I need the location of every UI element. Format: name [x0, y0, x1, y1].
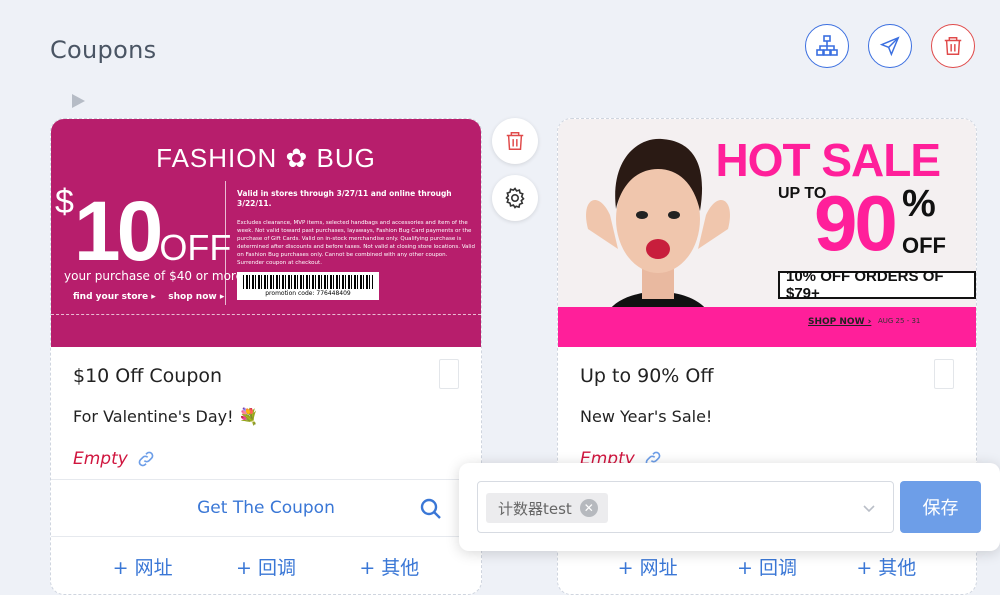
coupon-card[interactable]: FASHION ✿ BUG $10OFF your purchase of $4…: [50, 118, 482, 595]
card-settings-button[interactable]: [492, 175, 538, 221]
card-checkbox[interactable]: [439, 359, 459, 389]
search-icon[interactable]: [419, 497, 443, 521]
selected-tag: 计数器test ✕: [486, 493, 608, 523]
add-callback-button[interactable]: + 回调: [737, 553, 797, 580]
coupon-dollar: $: [55, 183, 74, 221]
get-coupon-button[interactable]: Get The Coupon: [197, 498, 335, 518]
percent-sign: %: [902, 183, 936, 225]
orders-banner: 10% OFF ORDERS OF $79+: [778, 268, 976, 302]
delete-all-button[interactable]: [931, 24, 975, 68]
add-other-button[interactable]: + 其他: [359, 553, 419, 580]
empty-label: Empty: [73, 449, 128, 469]
card-subtitle: New Year's Sale!: [580, 407, 713, 426]
close-icon[interactable]: ✕: [579, 499, 598, 517]
delete-card-button[interactable]: [492, 118, 538, 164]
add-url-button[interactable]: + 网址: [113, 553, 173, 580]
trash-icon: [506, 132, 524, 150]
card-subtitle: For Valentine's Day! 💐: [73, 407, 259, 426]
page-title: Coupons: [50, 36, 157, 64]
coupon-off: OFF: [159, 227, 232, 268]
discount-amount: 90: [814, 179, 898, 267]
sitemap-icon: [816, 35, 838, 56]
collapse-toggle-icon[interactable]: [72, 94, 85, 108]
send-icon: [879, 36, 900, 57]
coupon-condition: your purchase of $40 or more: [64, 269, 243, 283]
link-icon[interactable]: [136, 449, 156, 469]
find-store-text: find your store ▸: [73, 292, 156, 302]
shop-now-text: SHOP NOW ›: [808, 317, 872, 327]
coupon-fine-print: Excludes clearance, MVP items, selected …: [237, 220, 475, 266]
add-other-button[interactable]: + 其他: [856, 553, 916, 580]
coupon-amount: 10: [73, 184, 163, 278]
card-title: $10 Off Coupon: [73, 365, 223, 387]
off-text: OFF: [902, 233, 946, 258]
add-callback-button[interactable]: + 回调: [236, 553, 296, 580]
coupon-image: HOT SALE UP TO 90 % OFF 10% OFF ORDERS O…: [558, 119, 976, 347]
trash-icon: [944, 37, 962, 55]
card-title: Up to 90% Off: [580, 365, 714, 387]
promo-code: promotion code: 776448409: [265, 290, 351, 297]
structure-button[interactable]: [805, 24, 849, 68]
coupon-valid: Valid in stores through 3/27/11 and onli…: [237, 189, 452, 208]
coupon-brand: FASHION ✿ BUG: [156, 143, 376, 173]
sale-dates: AUG 25 - 31: [878, 317, 921, 325]
chevron-down-icon[interactable]: [861, 500, 877, 516]
card-checkbox[interactable]: [934, 359, 954, 389]
gear-icon: [505, 187, 525, 209]
send-button[interactable]: [868, 24, 912, 68]
barcode: promotion code: 776448409: [237, 272, 379, 300]
search-popover: 计数器test ✕ 保存: [459, 463, 1000, 551]
save-button[interactable]: 保存: [900, 481, 981, 533]
tag-label: 计数器test: [498, 499, 572, 518]
counter-select[interactable]: 计数器test ✕: [477, 481, 894, 533]
shop-now-text: shop now ▸: [168, 292, 225, 302]
add-url-button[interactable]: + 网址: [618, 553, 678, 580]
coupon-image: FASHION ✿ BUG $10OFF your purchase of $4…: [51, 119, 481, 347]
